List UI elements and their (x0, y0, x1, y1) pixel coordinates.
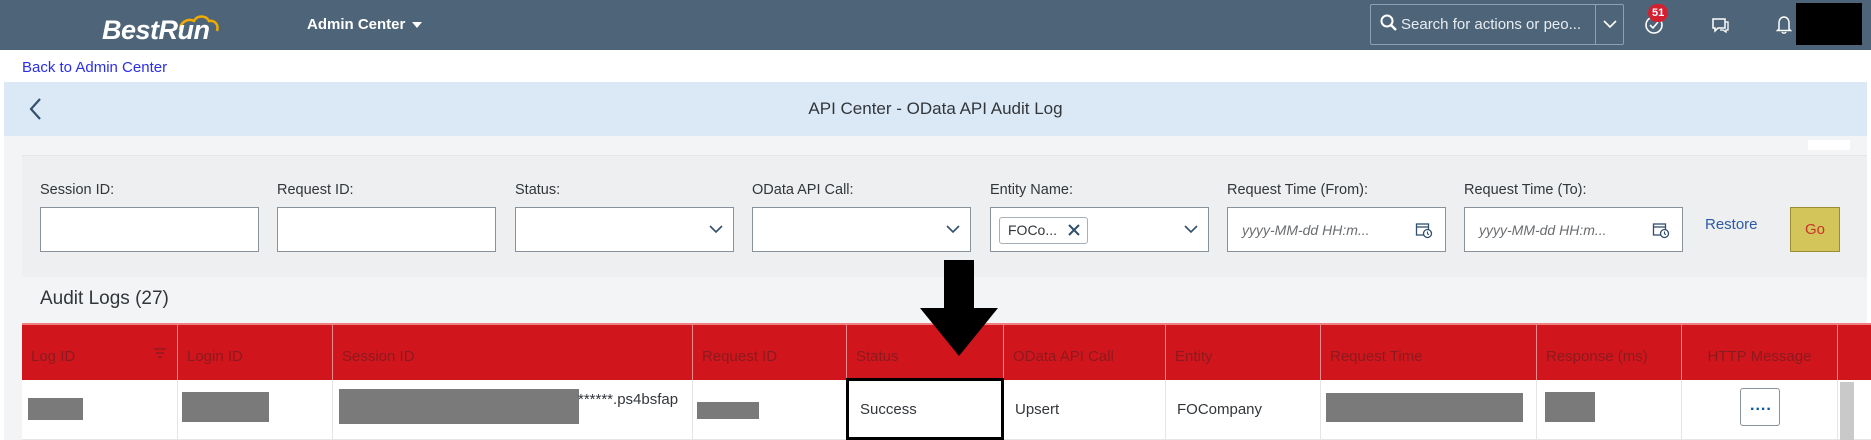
request-id-label: Request ID: (277, 182, 354, 198)
status-highlight-box (846, 378, 1004, 440)
column-header-entity[interactable]: Entity (1166, 325, 1321, 380)
request-id-field[interactable] (277, 207, 496, 252)
session-id-field[interactable] (40, 207, 259, 252)
column-header-response-ms[interactable]: Response (ms) (1537, 325, 1682, 380)
request-id-input[interactable] (278, 208, 495, 251)
caret-down-icon (412, 22, 423, 29)
admin-center-label: Admin Center (307, 16, 406, 33)
column-label: OData API Call (1013, 348, 1114, 365)
entity-token[interactable]: FOCo... (999, 217, 1089, 244)
date-placeholder: yyyy-MM-dd HH:m... (1479, 222, 1607, 238)
request-time-from-label: Request Time (From): (1227, 182, 1368, 198)
chevron-down-icon (709, 225, 723, 234)
admin-center-menu[interactable]: Admin Center (307, 16, 423, 33)
session-id-suffix: ******.ps4bsfap (578, 391, 679, 408)
calendar-clock-icon[interactable] (1652, 221, 1670, 239)
redacted-login-id (182, 392, 269, 422)
column-label: Request ID (702, 348, 778, 365)
bell-icon (1775, 16, 1793, 34)
feedback-button[interactable] (1706, 10, 1734, 38)
column-header-http-message[interactable]: HTTP Message (1682, 325, 1838, 380)
column-label: Login ID (187, 348, 243, 365)
more-icon: .... (1750, 397, 1772, 414)
close-icon[interactable] (1067, 223, 1081, 237)
go-button[interactable]: Go (1790, 207, 1840, 252)
column-header-request-id[interactable]: Request ID (693, 325, 847, 380)
odata-api-call-label: OData API Call: (752, 182, 854, 198)
date-placeholder: yyyy-MM-dd HH:m... (1242, 222, 1370, 238)
entity-name-multiselect[interactable]: FOCo... (990, 207, 1209, 252)
entity-name-label: Entity Name: (990, 182, 1073, 198)
column-header-log-id[interactable]: Log ID (22, 325, 178, 380)
user-avatar[interactable] (1796, 3, 1862, 45)
sort-icon[interactable] (153, 347, 167, 359)
request-time-to-label: Request Time (To): (1464, 182, 1587, 198)
shell-header: BestRun Admin Center 51 (0, 0, 1871, 50)
column-label: Session ID (342, 348, 415, 365)
notification-badge: 51 (1648, 4, 1669, 22)
global-search[interactable] (1370, 4, 1624, 45)
entity-token-label: FOCo... (1008, 222, 1058, 238)
redacted-request-id (697, 402, 759, 419)
search-scope-dropdown[interactable] (1595, 5, 1623, 44)
column-label: Response (ms) (1546, 348, 1648, 365)
audit-logs-title: Audit Logs (27) (40, 288, 169, 309)
redacted-response-ms (1545, 392, 1595, 422)
logo-text: BestRun (102, 15, 210, 45)
column-label: HTTP Message (1707, 348, 1812, 365)
back-to-admin-center-link[interactable]: Back to Admin Center (22, 59, 167, 76)
odata-api-call-select[interactable] (752, 207, 971, 252)
column-header-session-id[interactable]: Session ID (333, 325, 693, 380)
request-time-from-picker[interactable]: yyyy-MM-dd HH:m... (1227, 207, 1446, 252)
odata-api-call-value: Upsert (1015, 401, 1060, 418)
arrow-down-icon (920, 260, 998, 356)
table-scrollbar-thumb[interactable] (1840, 382, 1854, 440)
status-label: Status: (515, 182, 561, 198)
page-title: API Center - OData API Audit Log (808, 99, 1063, 118)
chat-bubble-icon (1712, 18, 1729, 34)
request-time-to-picker[interactable]: yyyy-MM-dd HH:m... (1464, 207, 1683, 252)
search-icon (1380, 14, 1397, 31)
redacted-request-time (1326, 393, 1523, 422)
chevron-down-icon (1184, 225, 1198, 234)
entity-value: FOCompany (1177, 401, 1263, 418)
column-label: Entity (1175, 348, 1213, 365)
session-id-label: Session ID: (40, 182, 115, 198)
column-label: Request Time (1330, 348, 1423, 365)
column-label: Status (856, 348, 899, 365)
panel-corner (1808, 140, 1850, 150)
company-logo[interactable]: BestRun (102, 10, 242, 46)
calendar-clock-icon[interactable] (1415, 221, 1433, 239)
column-header-request-time[interactable]: Request Time (1321, 325, 1537, 380)
redacted-session-id (339, 389, 579, 424)
chevron-down-icon (946, 225, 960, 234)
column-header-odata-api-call[interactable]: OData API Call (1004, 325, 1166, 380)
redacted-log-id (28, 398, 83, 420)
chevron-down-icon (1603, 20, 1617, 29)
search-input[interactable] (1401, 9, 1589, 40)
notifications-button[interactable] (1770, 10, 1798, 38)
view-http-message-button[interactable]: .... (1740, 388, 1780, 426)
status-select[interactable] (515, 207, 734, 252)
column-header-login-id[interactable]: Login ID (178, 325, 333, 380)
page-title-bar: API Center - OData API Audit Log (4, 82, 1867, 136)
restore-button[interactable]: Restore (1705, 216, 1758, 233)
session-id-input[interactable] (41, 208, 258, 251)
column-label: Log ID (31, 348, 76, 365)
